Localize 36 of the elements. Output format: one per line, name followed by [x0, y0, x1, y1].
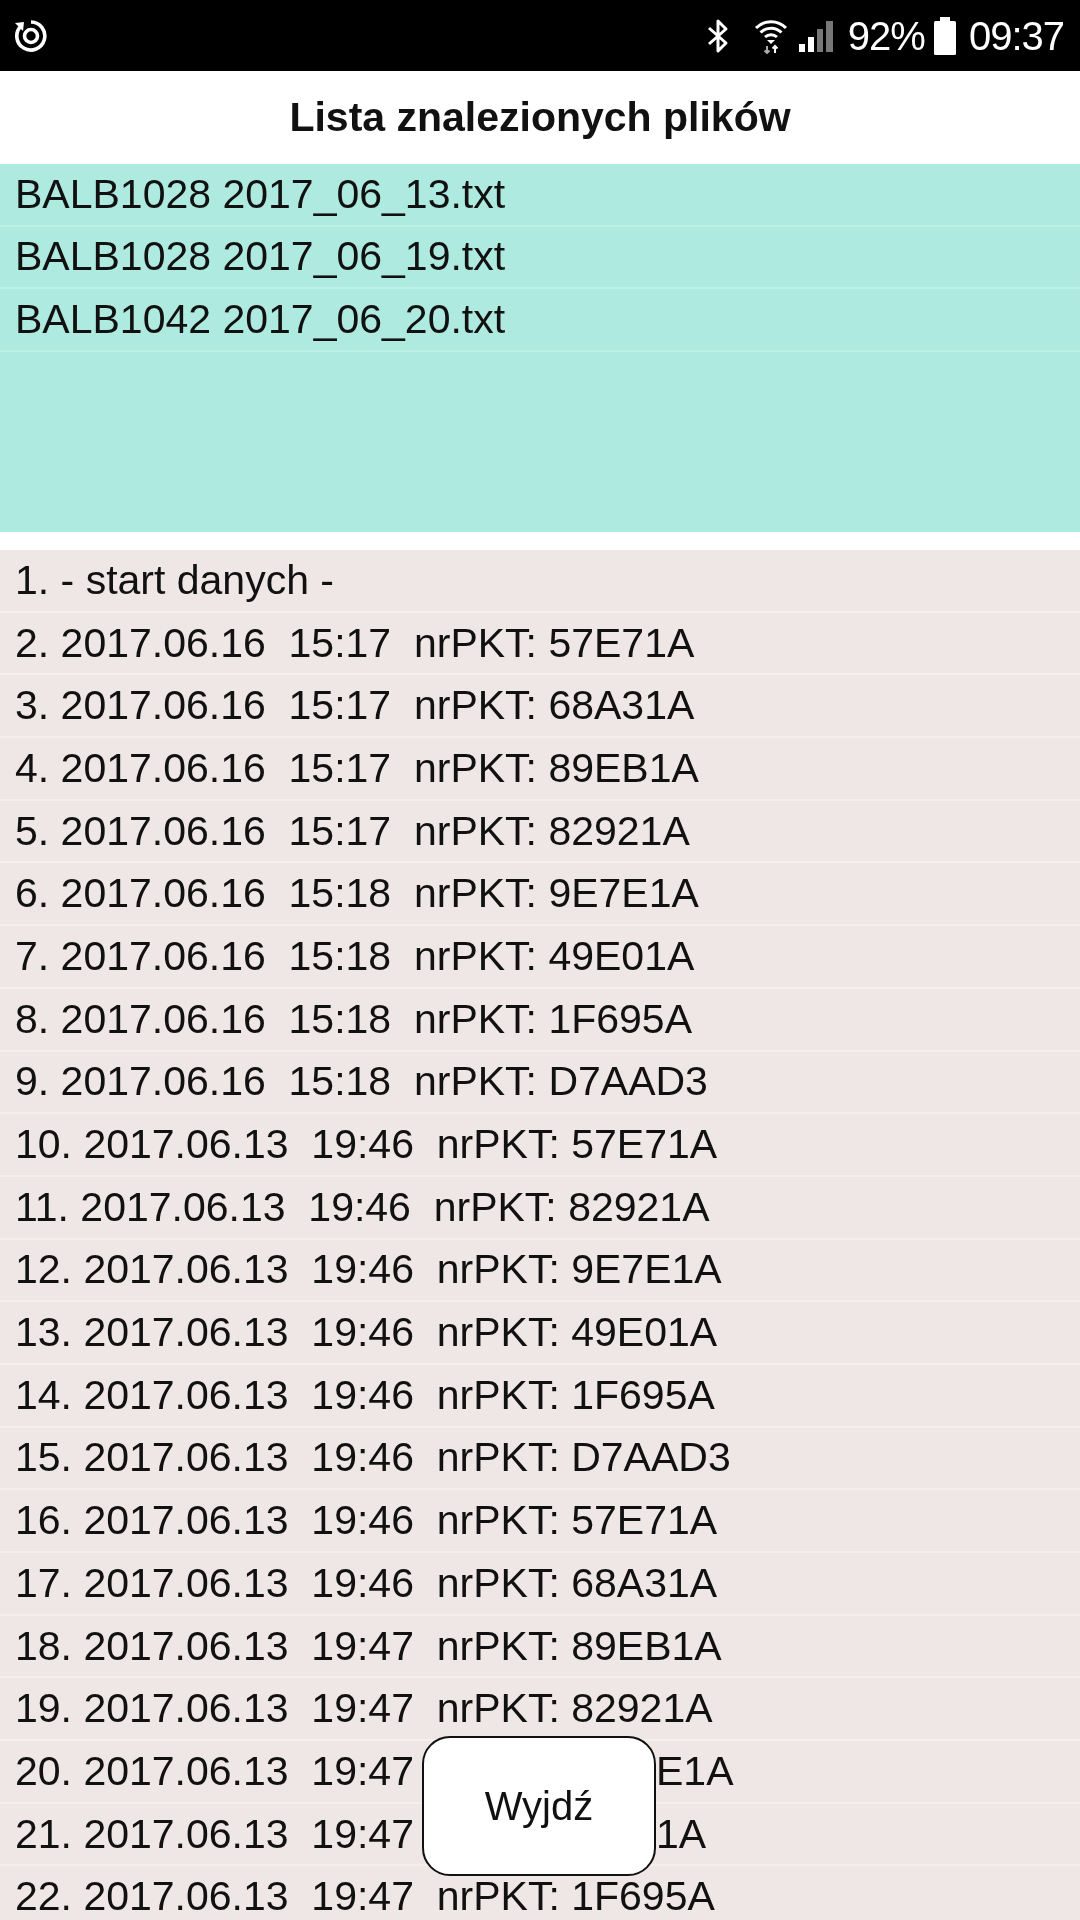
circular-arrow-icon: [12, 18, 50, 53]
clock-time: 09:37: [968, 13, 1064, 58]
log-entry: 15. 2017.06.13 19:46 nrPKT: D7AAD3: [15, 1436, 731, 1480]
log-entry-fragment: 1A: [656, 1812, 707, 1856]
log-entry: 21. 2017.06.13 19:47: [15, 1812, 415, 1856]
file-item[interactable]: BALB1042 2017_06_20.txt: [0, 289, 1080, 352]
log-entry: 20. 2017.06.13 19:47: [15, 1749, 415, 1793]
log-entry-fragment: E1A: [656, 1749, 734, 1793]
log-entry: 4. 2017.06.16 15:17 nrPKT: 89EB1A: [15, 746, 699, 790]
battery-percent: 92%: [847, 13, 925, 58]
log-entry: 13. 2017.06.13 19:46 nrPKT: 49E01A: [15, 1311, 718, 1355]
log-entry: 9. 2017.06.16 15:18 nrPKT: D7AAD3: [15, 1060, 708, 1104]
screen-title: Lista znalezionych plików: [289, 92, 791, 142]
file-item[interactable]: BALB1028 2017_06_13.txt: [0, 164, 1080, 227]
log-entry: 16. 2017.06.13 19:46 nrPKT: 57E71A: [15, 1499, 718, 1543]
log-entry: 8. 2017.06.16 15:18 nrPKT: 1F695A: [15, 997, 692, 1041]
log-entry: 18. 2017.06.13 19:47 nrPKT: 89EB1A: [15, 1624, 722, 1668]
log-entry: 2. 2017.06.16 15:17 nrPKT: 57E71A: [15, 621, 695, 665]
log-entry: 19. 2017.06.13 19:47 nrPKT: 82921A: [15, 1687, 713, 1731]
log-entry: 7. 2017.06.16 15:18 nrPKT: 49E01A: [15, 934, 695, 978]
log-entry: 3. 2017.06.16 15:17 nrPKT: 68A31A: [15, 684, 695, 728]
log-entry: 17. 2017.06.13 19:46 nrPKT: 68A31A: [15, 1561, 718, 1605]
log-entry: 5. 2017.06.16 15:17 nrPKT: 82921A: [15, 809, 690, 853]
log-entry: 10. 2017.06.13 19:46 nrPKT: 57E71A: [15, 1123, 718, 1167]
log-entry: 11. 2017.06.13 19:46 nrPKT: 82921A: [15, 1185, 710, 1229]
exit-button[interactable]: Wyjdź: [422, 1736, 656, 1876]
wifi-icon: [753, 17, 788, 54]
log-entry: 1. - start danych -: [15, 558, 334, 602]
file-item[interactable]: BALB1028 2017_06_19.txt: [0, 226, 1080, 289]
bluetooth-icon: [705, 17, 730, 54]
signal-icon: [797, 19, 834, 52]
log-entry: 6. 2017.06.16 15:18 nrPKT: 9E7E1A: [15, 872, 699, 916]
log-entry: 22. 2017.06.13 19:47 nrPKT: 1F695A: [15, 1875, 715, 1919]
log-entry: 14. 2017.06.13 19:46 nrPKT: 1F695A: [15, 1373, 715, 1417]
log-entry: 12. 2017.06.13 19:46 nrPKT: 9E7E1A: [15, 1248, 722, 1292]
battery-icon: [932, 16, 957, 55]
